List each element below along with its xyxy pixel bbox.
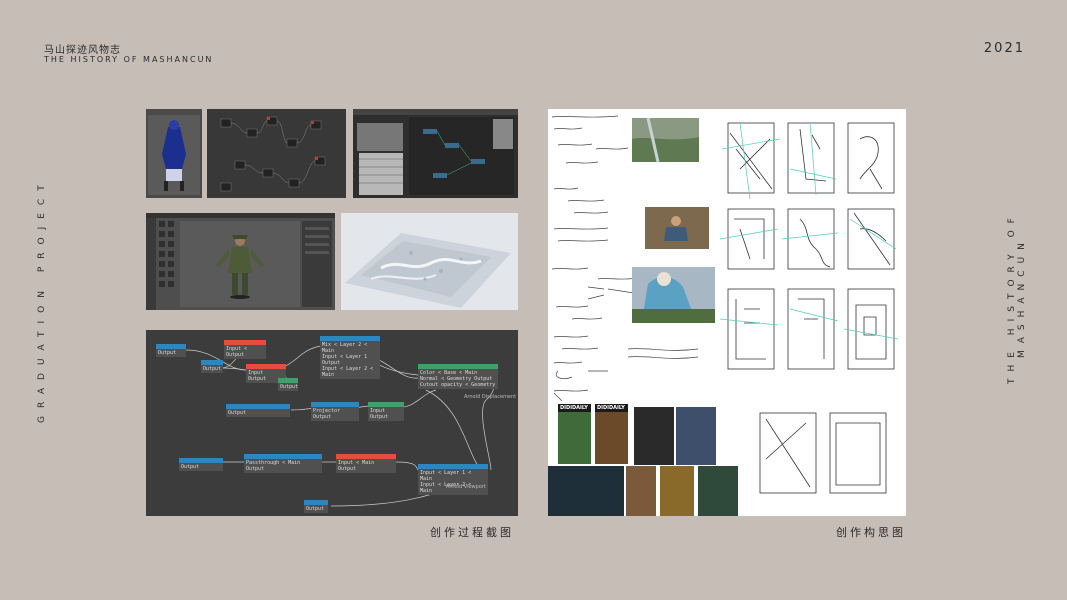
character-figure-image: [148, 115, 200, 195]
graph-node-14[interactable]: Input < Layer 1 < Main Input < Layer 2 < …: [418, 464, 488, 495]
title-english: THE HISTORY OF MASHANCUN: [44, 55, 214, 64]
sketch-frames-bottom: [759, 412, 887, 494]
soldier-model-image: [146, 213, 335, 310]
graph-node-2[interactable]: Output: [201, 360, 223, 373]
graph-node-13[interactable]: Input < Main Output: [336, 454, 396, 473]
storyboard-sketches: [720, 122, 899, 370]
screenshot-shader-graph: Output Output Input < Output Input Outpu…: [146, 330, 518, 516]
node-graph-thumbnail: [220, 116, 326, 192]
graph-node-5[interactable]: Output: [278, 378, 298, 391]
magazine-cover-2: DIDIDAILY: [595, 404, 628, 464]
screenshot-soldier-model: [146, 213, 335, 310]
arnold-viewport-label: Arnold Viewport: [446, 484, 486, 490]
graph-node-8[interactable]: Output: [226, 404, 290, 417]
artwork-tile-2: [676, 407, 716, 465]
graph-node-12[interactable]: Passthrough < Main Output: [244, 454, 322, 473]
arnold-displacement-label: Arnold Displacement: [464, 394, 517, 400]
graph-node-1[interactable]: Output: [156, 344, 186, 357]
screenshot-node-editor-dark: [207, 109, 346, 198]
title-chinese: 马山探迹风物志: [44, 45, 121, 56]
artwork-tile-5: [660, 466, 694, 516]
graph-node-10[interactable]: Input Output: [368, 402, 404, 421]
screenshot-compositor: [353, 109, 518, 198]
magazine-cover-1: DIDIDAILY: [558, 404, 591, 464]
screenshot-character-viewport: [146, 109, 202, 198]
graph-node-3[interactable]: Input < Output: [224, 340, 266, 359]
graph-node-11[interactable]: Output: [179, 458, 223, 471]
graph-node-9[interactable]: Projector Output: [311, 402, 359, 421]
concept-sketch-sheet: DIDIDAILY DIDIDAILY: [548, 109, 906, 516]
artwork-tile-6: [698, 466, 738, 516]
graph-node-6[interactable]: Mix < Layer 2 < Main Input < Layer 1 Outp…: [320, 336, 380, 379]
graph-node-15[interactable]: Output: [304, 500, 328, 513]
graph-node-7[interactable]: Color < Base < Main Normal < Geometry Out…: [418, 364, 498, 389]
screenshot-terrain-render: [341, 213, 518, 310]
graduation-project-vertical: GRADUATION PROJECT: [37, 177, 47, 423]
caption-process-screenshots: 创作过程截图: [430, 526, 514, 539]
artwork-tile-3: [548, 466, 624, 516]
artwork-tile-1: [634, 407, 674, 465]
compositor-thumbnail: [353, 109, 518, 195]
year-label: 2021: [983, 41, 1025, 56]
caption-concept-sketches: 创作构思图: [836, 526, 906, 539]
artwork-tile-4: [626, 466, 656, 516]
terrain-render-image: [341, 213, 518, 310]
history-vertical: THE HISTORY OF MASHANCUN: [1007, 211, 1027, 384]
